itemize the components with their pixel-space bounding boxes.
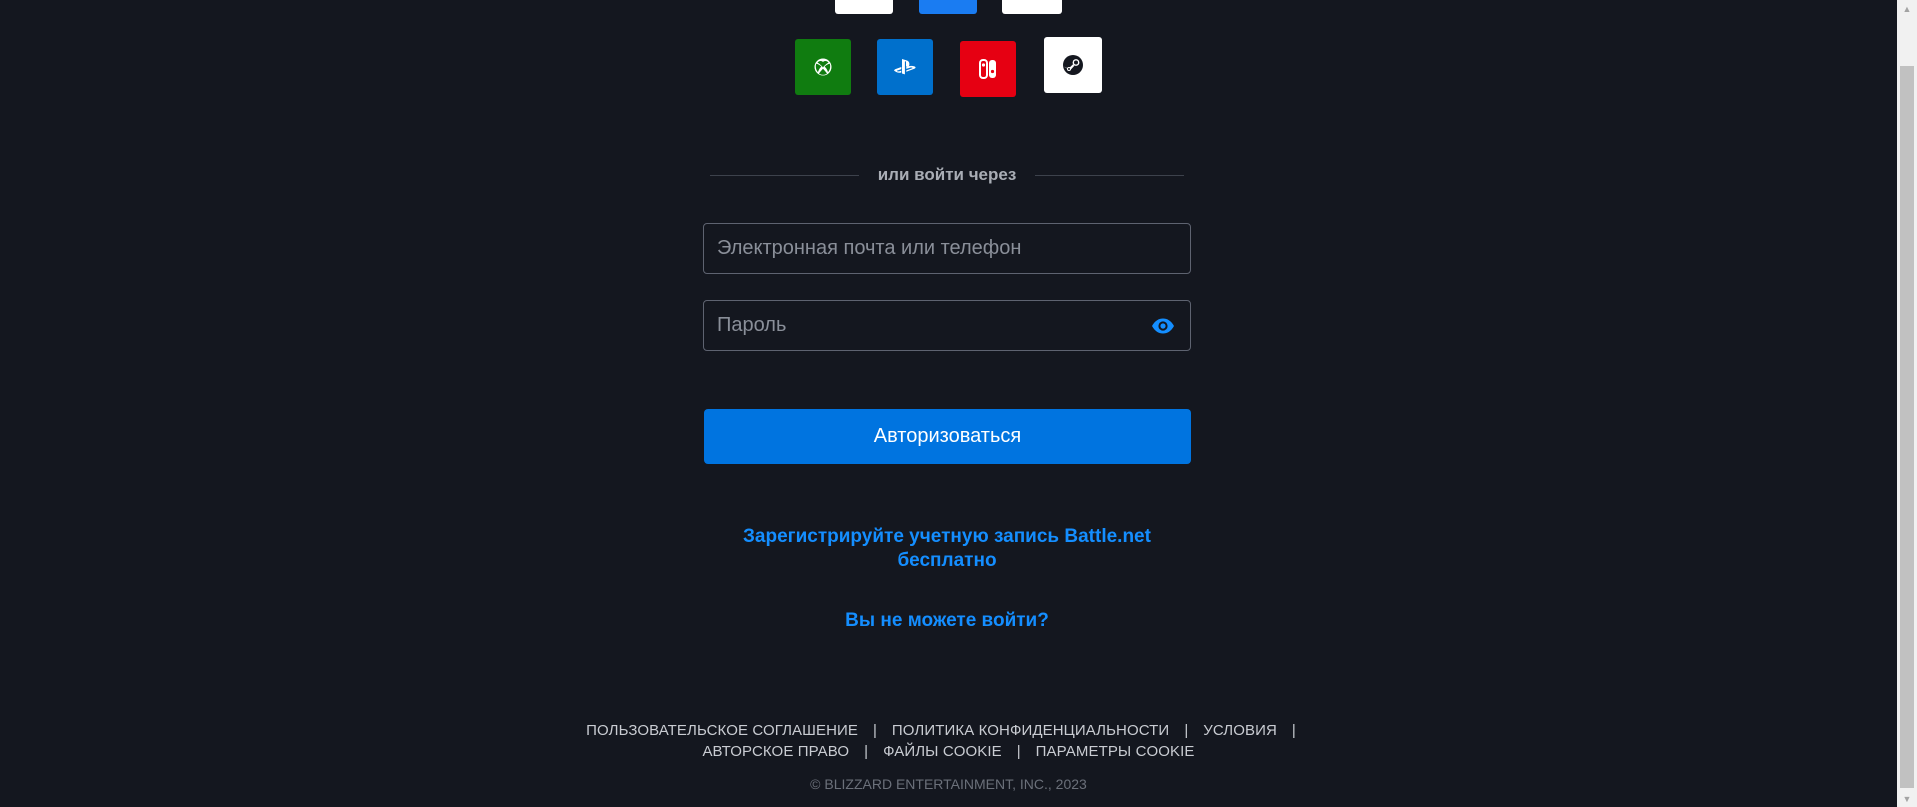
footer-link-terms[interactable]: УСЛОВИЯ — [1203, 722, 1277, 739]
footer-separator: | — [1291, 722, 1296, 739]
footer-separator: | — [873, 722, 877, 739]
email-field[interactable] — [704, 224, 1190, 273]
provider-buttons-row-top — [0, 0, 1897, 16]
or-login-via-divider: или войти через — [710, 163, 1185, 187]
footer-links-row1: ПОЛЬЗОВАТЕЛЬСКОЕ СОГЛАШЕНИЕ | ПОЛИТИКА КОН… — [0, 722, 1897, 739]
eye-icon[interactable] — [1150, 314, 1176, 338]
nintendo-switch-login-button[interactable] — [960, 41, 1016, 97]
divider-line-left — [710, 174, 859, 176]
xbox-icon — [813, 57, 833, 77]
divider-line-right — [1035, 174, 1185, 176]
footer-separator: | — [864, 743, 869, 760]
footer-link-user-agreement[interactable]: ПОЛЬЗОВАТЕЛЬСКОЕ СОГЛАШЕНИЕ — [586, 722, 858, 739]
playstation-icon — [893, 58, 917, 76]
register-link-line1: Зарегистрируйте учетную запись Battle.ne… — [743, 526, 1151, 547]
copyright-text: © BLIZZARD ENTERTAINMENT, INC., 2023 — [810, 776, 1087, 792]
steam-icon — [1062, 54, 1084, 76]
playstation-login-button[interactable] — [877, 39, 933, 95]
footer-link-cookies[interactable]: ФАЙЛЫ COOKIE — [883, 743, 1002, 760]
footer-separator: | — [1016, 743, 1021, 760]
register-account-link[interactable]: Зарегистрируйте учетную запись Battle.ne… — [703, 525, 1191, 573]
footer-links-row2: АВТОРСКОЕ ПРАВО | ФАЙЛЫ COOKIE | ПАРАМЕТРЫ C… — [0, 743, 1897, 760]
scroll-down-arrow-icon[interactable]: ▼ — [1897, 790, 1917, 807]
provider-button-partial-center[interactable] — [919, 0, 977, 14]
xbox-login-button[interactable] — [795, 39, 851, 95]
steam-login-button[interactable] — [1044, 37, 1102, 93]
console-login-buttons — [0, 36, 1897, 100]
register-link-line2: бесплатно — [897, 550, 997, 571]
footer-link-copyright[interactable]: АВТОРСКОЕ ПРАВО — [702, 743, 849, 760]
footer-separator: | — [1184, 722, 1189, 739]
cant-login-link[interactable]: Вы не можете войти? — [703, 609, 1191, 633]
scroll-up-arrow-icon[interactable]: ▲ — [1897, 0, 1917, 17]
login-page: или войти через Авторизоваться Зарегистр… — [0, 0, 1897, 807]
nintendo-switch-icon — [979, 59, 997, 79]
provider-button-partial-left[interactable] — [835, 0, 893, 14]
provider-button-partial-right[interactable] — [1002, 0, 1062, 14]
footer-link-privacy-policy[interactable]: ПОЛИТИКА КОНФИДЕНЦИАЛЬНОСТИ — [892, 722, 1169, 739]
email-field-container — [703, 223, 1191, 274]
footer-link-cookie-settings[interactable]: ПАРАМЕТРЫ COOKIE — [1036, 743, 1195, 760]
password-field[interactable] — [704, 301, 1190, 350]
scrollbar-thumb[interactable] — [1900, 66, 1914, 788]
password-field-container — [703, 300, 1191, 351]
divider-text: или войти через — [877, 165, 1017, 184]
login-submit-button[interactable]: Авторизоваться — [704, 409, 1191, 464]
vertical-scrollbar[interactable]: ▲ ▼ — [1897, 0, 1917, 807]
